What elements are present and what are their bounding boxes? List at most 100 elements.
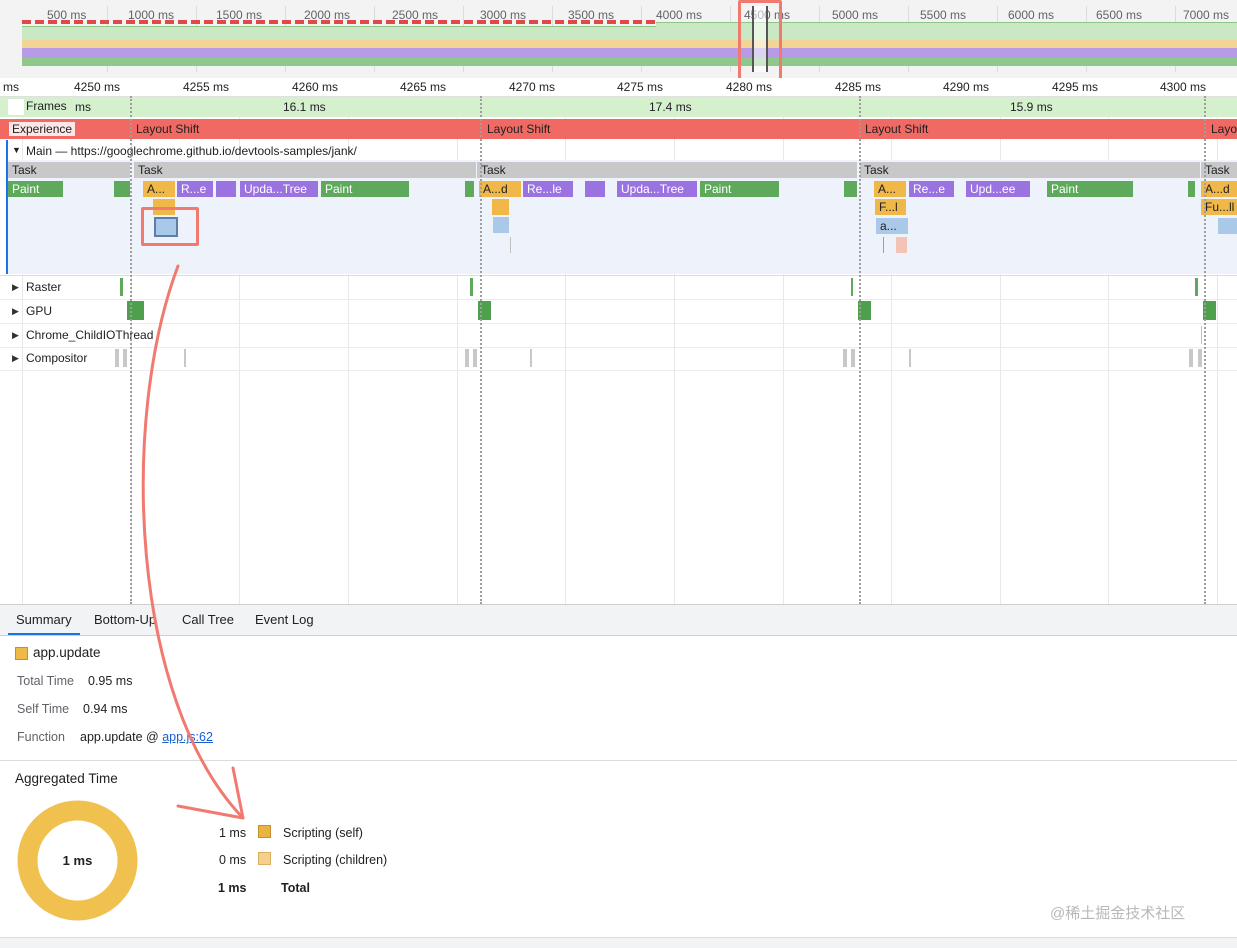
- experience-track[interactable]: Experience Layout Shift Layout Shift Lay…: [0, 119, 1237, 139]
- paint-bar[interactable]: Paint: [700, 181, 779, 197]
- task-bar[interactable]: Task: [477, 162, 857, 178]
- layout-bar[interactable]: [216, 181, 236, 197]
- total-value: 1 ms: [218, 881, 247, 895]
- tab-bottom-up[interactable]: Bottom-Up: [94, 605, 156, 635]
- compositor-event[interactable]: [184, 349, 186, 367]
- ruler-tick: 4275 ms: [617, 80, 664, 94]
- function-call-bar[interactable]: [492, 199, 509, 215]
- compositor-event[interactable]: [115, 349, 119, 367]
- layout-shift-label[interactable]: Layout Shift: [487, 122, 550, 136]
- thread-row-compositor[interactable]: ▶ Compositor: [0, 347, 1237, 371]
- compositor-event[interactable]: [843, 349, 847, 367]
- layout-shift-label[interactable]: Layo: [1211, 122, 1237, 136]
- legend-value: 0 ms: [219, 853, 247, 867]
- timeline-overview[interactable]: 500 ms 1000 ms 1500 ms 2000 ms 2500 ms 3…: [0, 0, 1237, 86]
- app-update-bar[interactable]: [493, 217, 509, 233]
- expand-triangle-icon[interactable]: ▶: [12, 353, 19, 364]
- paint-bar[interactable]: Paint: [321, 181, 409, 197]
- layout-shift-label[interactable]: Layout Shift: [865, 122, 928, 136]
- tab-event-log[interactable]: Event Log: [255, 605, 314, 635]
- ruler-tick: 4260 ms: [292, 80, 339, 94]
- layout-shift-label[interactable]: Layout Shift: [136, 122, 199, 136]
- tab-call-tree[interactable]: Call Tree: [182, 605, 234, 635]
- paint-bar[interactable]: Paint: [8, 181, 63, 197]
- frames-track[interactable]: Frames ms 16.1 ms 17.4 ms 15.9 ms: [0, 97, 1237, 117]
- overview-tick: 5500 ms: [920, 8, 967, 22]
- expand-triangle-icon[interactable]: ▶: [12, 306, 19, 317]
- compositor-event[interactable]: [123, 349, 127, 367]
- task-bar[interactable]: Task: [860, 162, 1200, 178]
- animation-frame-bar[interactable]: A...d: [479, 181, 521, 197]
- thread-row-gpu[interactable]: ▶ GPU: [0, 300, 1237, 324]
- recalc-style-bar[interactable]: Re...e: [909, 181, 954, 197]
- collapse-triangle-icon[interactable]: ▼: [12, 145, 21, 155]
- total-label: Total: [281, 881, 310, 895]
- function-call-bar[interactable]: Fu...ll: [1201, 199, 1237, 215]
- frame-duration[interactable]: 17.4 ms: [649, 100, 692, 114]
- compositor-event[interactable]: [1198, 349, 1202, 367]
- ruler-tick: ms: [3, 80, 19, 94]
- gc-bar[interactable]: [896, 237, 907, 253]
- compositor-event[interactable]: [909, 349, 911, 367]
- task-bar[interactable]: Task: [1201, 162, 1237, 178]
- update-layer-tree-bar[interactable]: Upd...ee: [966, 181, 1030, 197]
- long-task-markers: [22, 20, 656, 24]
- paint-bar[interactable]: [1188, 181, 1195, 197]
- tiny-event-bar: [883, 237, 884, 253]
- animation-frame-bar[interactable]: A...: [143, 181, 175, 197]
- app-update-bar[interactable]: a...: [876, 218, 908, 234]
- update-layer-tree-bar[interactable]: Upda...Tree: [240, 181, 318, 197]
- io-event: [1201, 326, 1202, 344]
- expand-triangle-icon[interactable]: ▶: [12, 282, 19, 293]
- legend-value: 1 ms: [219, 826, 247, 840]
- layout-bar[interactable]: [585, 181, 605, 197]
- compositor-event[interactable]: [473, 349, 477, 367]
- frame-boundary-line: [1204, 96, 1206, 604]
- frame-duration[interactable]: ms: [75, 100, 91, 114]
- recalc-style-bar[interactable]: R...e: [177, 181, 213, 197]
- paint-bar[interactable]: [844, 181, 857, 197]
- raster-event[interactable]: [1195, 278, 1198, 296]
- annotation-arrow-head: [176, 766, 245, 820]
- ruler-tick: 4285 ms: [835, 80, 882, 94]
- raster-event[interactable]: [851, 278, 853, 296]
- raster-event[interactable]: [120, 278, 123, 296]
- paint-bar[interactable]: [114, 181, 130, 197]
- expand-triangle-icon[interactable]: ▶: [12, 330, 19, 341]
- ruler-tick: 4255 ms: [183, 80, 230, 94]
- function-call-bar[interactable]: F...l: [875, 199, 906, 215]
- tab-summary[interactable]: Summary: [8, 605, 80, 635]
- total-time-label: Total Time: [17, 674, 74, 688]
- task-bar[interactable]: Task: [134, 162, 476, 178]
- task-bar[interactable]: Task: [8, 162, 130, 178]
- animation-frame-bar[interactable]: A...: [874, 181, 906, 197]
- frame-boundary-line: [859, 96, 861, 604]
- compositor-event[interactable]: [851, 349, 855, 367]
- animation-frame-bar[interactable]: A...d: [1201, 181, 1237, 197]
- overview-tick: 7000 ms: [1183, 8, 1230, 22]
- frame-duration[interactable]: 15.9 ms: [1010, 100, 1053, 114]
- paint-bar[interactable]: [465, 181, 474, 197]
- total-time-value: 0.95 ms: [88, 674, 133, 688]
- category-swatch: [15, 647, 28, 660]
- compositor-event[interactable]: [1189, 349, 1193, 367]
- ruler-tick: 4290 ms: [943, 80, 990, 94]
- frames-track-swatch: [8, 99, 24, 115]
- source-link[interactable]: app.js:62: [162, 730, 213, 744]
- raster-event[interactable]: [470, 278, 473, 296]
- compositor-event[interactable]: [530, 349, 532, 367]
- cpu-chart: [22, 58, 1237, 66]
- experience-track-label: Experience: [8, 121, 77, 137]
- update-layer-tree-bar[interactable]: Upda...Tree: [617, 181, 697, 197]
- thread-label: Raster: [26, 280, 62, 294]
- thread-row-raster[interactable]: ▶ Raster: [0, 276, 1237, 300]
- app-update-bar[interactable]: [1218, 218, 1237, 234]
- paint-bar[interactable]: Paint: [1047, 181, 1133, 197]
- frame-duration[interactable]: 16.1 ms: [283, 100, 326, 114]
- recalc-style-bar[interactable]: Re...le: [523, 181, 573, 197]
- overview-tick: 5000 ms: [832, 8, 879, 22]
- section-divider: [0, 760, 1237, 761]
- compositor-event[interactable]: [465, 349, 469, 367]
- thread-row-childio[interactable]: ▶ Chrome_ChildIOThread: [0, 324, 1237, 348]
- frames-track-label: Frames: [26, 99, 67, 113]
